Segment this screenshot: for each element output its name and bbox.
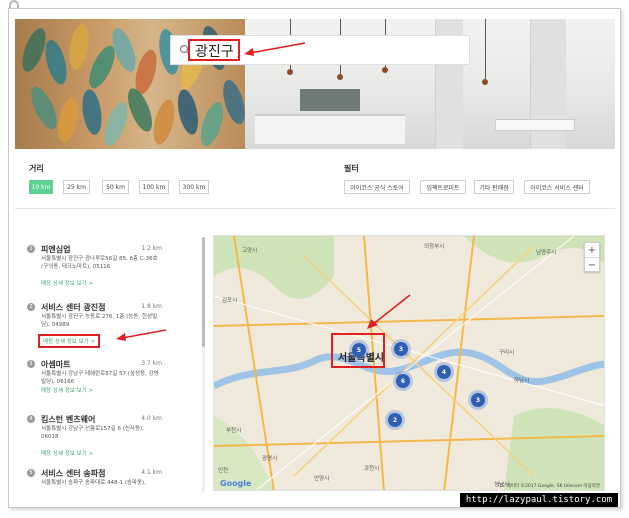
store-cluster-marker[interactable]: 3 [394,342,408,356]
filter-chip-service-center[interactable]: 아이코스 서비스 센터 [524,180,590,194]
distance-chip-300km[interactable]: 300 km [179,180,209,194]
store-number-badge: 2 [27,303,35,311]
map-label: 과천시 [364,466,380,472]
store-name: 킴스턴 벤츠웨어 [41,415,96,424]
map-label: 하남시 [514,378,530,384]
store-detail-link[interactable]: 매장 상세 정보 보기 > [37,334,101,348]
map-attribution[interactable]: 지도 데이터 ©2017 Google, SK telecom 이용약관 [497,483,600,489]
map-label: 구리시 [499,350,515,356]
list-scrollbar-thumb[interactable] [202,237,205,347]
store-address: 서울특별시 송파구 송파대로 448-1 (송파동), [41,480,146,486]
store-number-badge: 3 [27,360,35,368]
store-cluster-marker[interactable]: 4 [437,365,451,379]
distance-chip-25km[interactable]: 25 km [63,180,90,194]
store-detail-link[interactable]: 매장 상세 정보 보기 > [41,449,93,457]
distance-section-label: 거리 [29,164,44,173]
google-logo: Google [220,479,252,488]
map-label: 고양시 [242,248,258,254]
store-cluster-marker[interactable]: 6 [396,374,410,388]
annotation-highlight-box [188,39,240,61]
store-detail-link[interactable]: 매장 상세 정보 보기 > [41,279,93,287]
store-list-item[interactable]: 5 서비스 센터 송파점 4.1 km 서울특별시 송파구 송파대로 448-1… [27,469,162,499]
section-divider [15,208,615,209]
distance-chip-50km[interactable]: 50 km [102,180,129,194]
annotation-arrow [116,329,167,341]
store-name: 서비스 센터 송파점 [41,469,106,478]
store-list-item[interactable]: 3 아셈마트 3.7 km 서울특별시 강남구 테헤란로87길 57 (삼성동,… [27,360,162,410]
zoom-in-button[interactable]: + [585,243,599,258]
distance-chip-100km[interactable]: 100 km [139,180,169,194]
map-background [214,236,604,490]
map-label: 인천 [218,468,229,474]
store-distance: 1.8 km [141,303,162,310]
screenshot-frame: 거리 필터 10 km 25 km 50 km 100 km 300 km 아이… [8,8,621,508]
store-address: 서울특별시 강남구 테헤란로87길 57 (삼성동, 강영빌딩), 06166 [41,371,159,385]
store-cluster-marker[interactable]: 3 [471,393,485,407]
store-list-item[interactable]: 1 피엔심업 1.2 km 서울특별시 광진구 광나루로56길 85, 6층 C… [27,245,162,295]
blog-watermark: http://lazypaul.tistory.com [460,493,618,507]
store-name: 피엔심업 [41,245,71,254]
filter-section-label: 필터 [344,164,359,173]
filter-chip-other-retailer[interactable]: 기타 판매점 [474,180,514,194]
store-address: 서울특별시 강남구 선릉로157길 6 (신사동), 06018 [41,426,144,440]
store-name: 아셈마트 [41,360,71,369]
map-label: 남양주시 [536,250,557,256]
store-address: 서울특별시 광진구 광나루로56길 85, 6층 C-36호 (구의동, 테크노… [41,256,158,270]
store-detail-link[interactable]: 매장 상세 정보 보기 > [41,386,93,394]
annotation-arrow [367,294,411,329]
location-search-box[interactable] [170,35,470,65]
store-distance: 4.0 km [141,415,162,422]
annotation-arrow [244,42,306,56]
store-number-badge: 5 [27,469,35,477]
store-distance: 1.2 km [141,245,162,252]
map-zoom-control: + − [584,242,600,272]
store-cluster-marker[interactable]: 2 [388,413,402,427]
store-number-badge: 1 [27,245,35,253]
store-map[interactable]: 고양시 남양주시 의정부시 구리시 하남시 성남시 과천시 광명시 부천시 김포… [213,235,605,491]
map-label: 부천시 [226,428,242,434]
store-distance: 4.1 km [141,469,162,476]
store-cluster-marker[interactable]: 5 [352,343,366,357]
store-distance: 3.7 km [141,360,162,367]
store-list-item[interactable]: 4 킴스턴 벤츠웨어 4.0 km 서울특별시 강남구 선릉로157길 6 (신… [27,415,162,465]
filter-chip-official-store[interactable]: 아이코스 공식 스토어 [344,180,410,194]
store-name: 서비스 센터 광진점 [41,303,106,312]
map-label: 광명시 [262,456,278,462]
map-label: 의정부시 [424,244,445,250]
map-label: 안양시 [314,476,330,482]
store-number-badge: 4 [27,415,35,423]
map-label: 김포시 [222,298,238,304]
zoom-out-button[interactable]: − [585,258,599,273]
distance-chip-10km[interactable]: 10 km [29,180,53,194]
filter-chip-impact[interactable]: 임팩트로미트 [420,180,466,194]
hero-banner [15,19,615,149]
